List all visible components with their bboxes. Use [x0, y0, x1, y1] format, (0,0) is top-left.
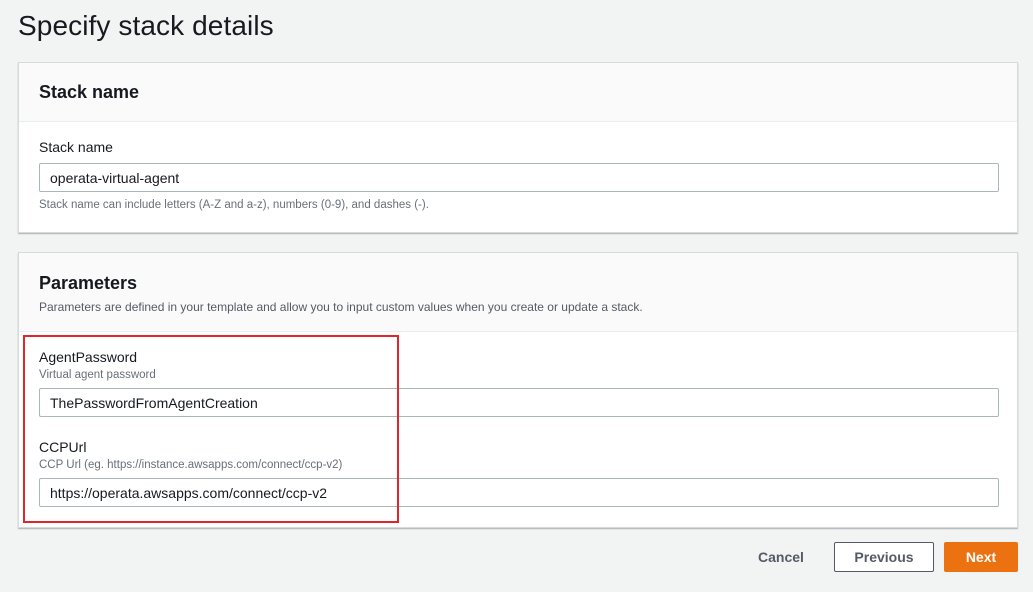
agent-password-input[interactable]: [39, 388, 999, 417]
next-button[interactable]: Next: [944, 542, 1018, 572]
stack-name-panel-title: Stack name: [39, 81, 140, 102]
page-title: Specify stack details: [18, 10, 274, 41]
parameters-panel-title: Parameters: [39, 273, 138, 293]
stack-name-input[interactable]: [39, 163, 999, 192]
stack-name-panel-header: Stack name: [19, 63, 1017, 122]
parameters-panel-description: Parameters are defined in your template …: [39, 300, 643, 314]
previous-button[interactable]: Previous: [834, 542, 934, 572]
stack-name-panel: Stack name Stack name Stack name can inc…: [18, 62, 1018, 233]
stack-name-label: Stack name: [39, 139, 113, 155]
ccp-url-description: CCP Url (eg. https://instance.awsapps.co…: [39, 459, 343, 471]
ccp-url-input[interactable]: [39, 478, 999, 507]
ccp-url-label: CCPUrl: [39, 439, 87, 455]
stack-name-hint: Stack name can include letters (A-Z and …: [39, 199, 429, 211]
parameters-panel: Parameters Parameters are defined in you…: [18, 252, 1018, 528]
agent-password-description: Virtual agent password: [39, 369, 156, 381]
agent-password-label: AgentPassword: [39, 349, 138, 365]
cancel-button[interactable]: Cancel: [744, 542, 818, 572]
parameters-panel-header: Parameters Parameters are defined in you…: [19, 253, 1017, 332]
